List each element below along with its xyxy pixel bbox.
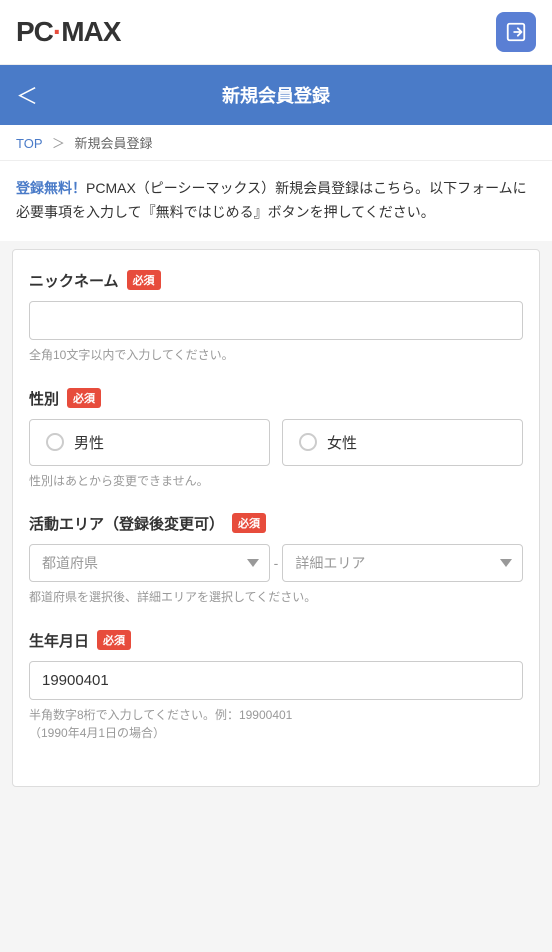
nav-header: ＜ 新規会員登録 (0, 65, 552, 125)
logo-dot: · (53, 16, 61, 47)
gender-required-badge: 必須 (67, 388, 101, 408)
gender-label-text: 性別 (29, 388, 59, 409)
gender-field-group: 性別 必須 男性 女性 性別はあとから変更できません。 (29, 388, 523, 489)
intro-body: PCMAX（ピーシーマックス）新規会員登録はこちら。以下フォームに必要事項を入力… (16, 180, 527, 220)
prefecture-select[interactable]: 都道府県 (29, 544, 270, 582)
area-field-group: 活動エリア（登録後変更可） 必須 都道府県 - 詳細エリア 都道府県を選択後、詳… (29, 513, 523, 606)
nickname-required-badge: 必須 (127, 270, 161, 290)
nickname-input[interactable] (29, 301, 523, 340)
birthdate-input[interactable] (29, 661, 523, 700)
gender-male-option[interactable]: 男性 (29, 419, 270, 466)
birthdate-label-text: 生年月日 (29, 630, 89, 651)
breadcrumb-separator: ＞ (52, 136, 65, 151)
login-icon-button[interactable] (496, 12, 536, 52)
gender-male-label: 男性 (74, 432, 104, 453)
gender-note: 性別はあとから変更できません。 (29, 472, 523, 489)
gender-female-radio[interactable] (299, 433, 317, 451)
breadcrumb: TOP ＞ 新規会員登録 (0, 125, 552, 161)
nickname-label-text: ニックネーム (29, 270, 119, 291)
top-header: PC·MAX (0, 0, 552, 65)
gender-label: 性別 必須 (29, 388, 523, 409)
area-required-badge: 必須 (232, 513, 266, 533)
area-selects: 都道府県 - 詳細エリア (29, 544, 523, 582)
breadcrumb-current: 新規会員登録 (75, 136, 153, 151)
intro-section: 登録無料！PCMAX（ピーシーマックス）新規会員登録はこちら。以下フォームに必要… (0, 161, 552, 241)
nickname-hint: 全角10文字以内で入力してください。 (29, 346, 523, 364)
back-button[interactable]: ＜ (16, 79, 38, 111)
birthdate-hint: 半角数字8桁で入力してください。例：19900401（1990年4月1日の場合） (29, 706, 523, 742)
detail-area-select[interactable]: 詳細エリア (282, 544, 523, 582)
logo-text: PC·MAX (16, 16, 120, 48)
area-label-text: 活動エリア（登録後変更可） (29, 513, 224, 534)
logo: PC·MAX (16, 16, 120, 48)
gender-options: 男性 女性 (29, 419, 523, 466)
birthdate-label: 生年月日 必須 (29, 630, 523, 651)
page-title: 新規会員登録 (54, 82, 498, 108)
area-label: 活動エリア（登録後変更可） 必須 (29, 513, 523, 534)
gender-male-radio[interactable] (46, 433, 64, 451)
gender-female-option[interactable]: 女性 (282, 419, 523, 466)
area-separator: - (274, 555, 279, 571)
area-hint: 都道府県を選択後、詳細エリアを選択してください。 (29, 588, 523, 606)
intro-highlight: 登録無料！ (16, 180, 86, 196)
nickname-field-group: ニックネーム 必須 全角10文字以内で入力してください。 (29, 270, 523, 364)
nickname-label: ニックネーム 必須 (29, 270, 523, 291)
birthdate-required-badge: 必須 (97, 630, 131, 650)
gender-female-label: 女性 (327, 432, 357, 453)
birthdate-field-group: 生年月日 必須 半角数字8桁で入力してください。例：19900401（1990年… (29, 630, 523, 742)
breadcrumb-top-link[interactable]: TOP (16, 136, 42, 151)
registration-form: ニックネーム 必須 全角10文字以内で入力してください。 性別 必須 男性 女性… (12, 249, 540, 787)
